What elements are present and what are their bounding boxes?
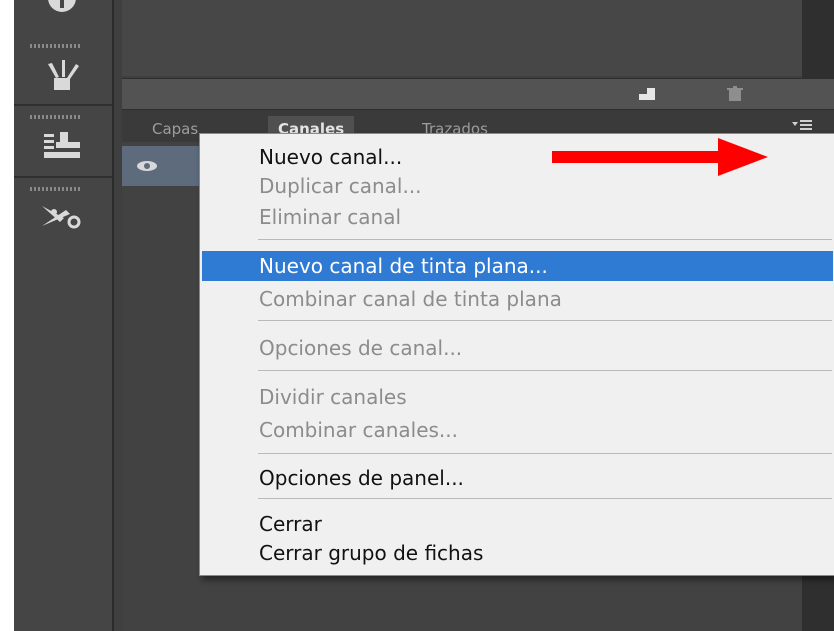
- new-channel-icon[interactable]: [638, 86, 656, 102]
- info-icon[interactable]: [34, 0, 90, 16]
- menu-separator: [258, 498, 832, 499]
- red-arrow-icon: [552, 138, 768, 176]
- dock-grip[interactable]: [30, 44, 82, 48]
- menu-item-combinar-canales[interactable]: Combinar canales...: [202, 415, 833, 445]
- menu-separator: [258, 320, 832, 321]
- panel-dock-strip: [14, 0, 114, 631]
- dock-grip[interactable]: [30, 187, 82, 191]
- menu-separator: [258, 239, 832, 240]
- menu-item-nuevo-canal-tinta-plana[interactable]: Nuevo canal de tinta plana...: [202, 251, 833, 281]
- menu-item-opciones-panel[interactable]: Opciones de panel...: [202, 463, 833, 493]
- upper-panel-area: [122, 0, 802, 76]
- dock-separator: [14, 176, 112, 178]
- menu-separator: [258, 370, 832, 371]
- menu-item-cerrar-grupo-fichas[interactable]: Cerrar grupo de fichas: [202, 538, 833, 568]
- menu-item-combinar-canal-tinta-plana[interactable]: Combinar canal de tinta plana: [202, 284, 833, 314]
- menu-separator: [258, 453, 832, 454]
- menu-item-eliminar-canal[interactable]: Eliminar canal: [202, 202, 833, 232]
- panel-footer-bar: [122, 78, 834, 110]
- clone-source-icon[interactable]: [34, 128, 90, 168]
- dock-grip[interactable]: [30, 115, 82, 119]
- trash-icon[interactable]: [726, 86, 744, 102]
- panel-context-menu: Nuevo canal... Duplicar canal... Elimina…: [199, 133, 834, 576]
- brush-preset-icon[interactable]: [34, 56, 90, 96]
- eye-icon[interactable]: [134, 156, 160, 176]
- tools-icon[interactable]: [34, 196, 90, 236]
- menu-item-dividir-canales[interactable]: Dividir canales: [202, 382, 833, 412]
- panel-menu-icon[interactable]: [792, 118, 814, 134]
- menu-item-cerrar[interactable]: Cerrar: [202, 509, 833, 539]
- dock-separator: [14, 104, 112, 106]
- menu-item-opciones-canal[interactable]: Opciones de canal...: [202, 333, 833, 363]
